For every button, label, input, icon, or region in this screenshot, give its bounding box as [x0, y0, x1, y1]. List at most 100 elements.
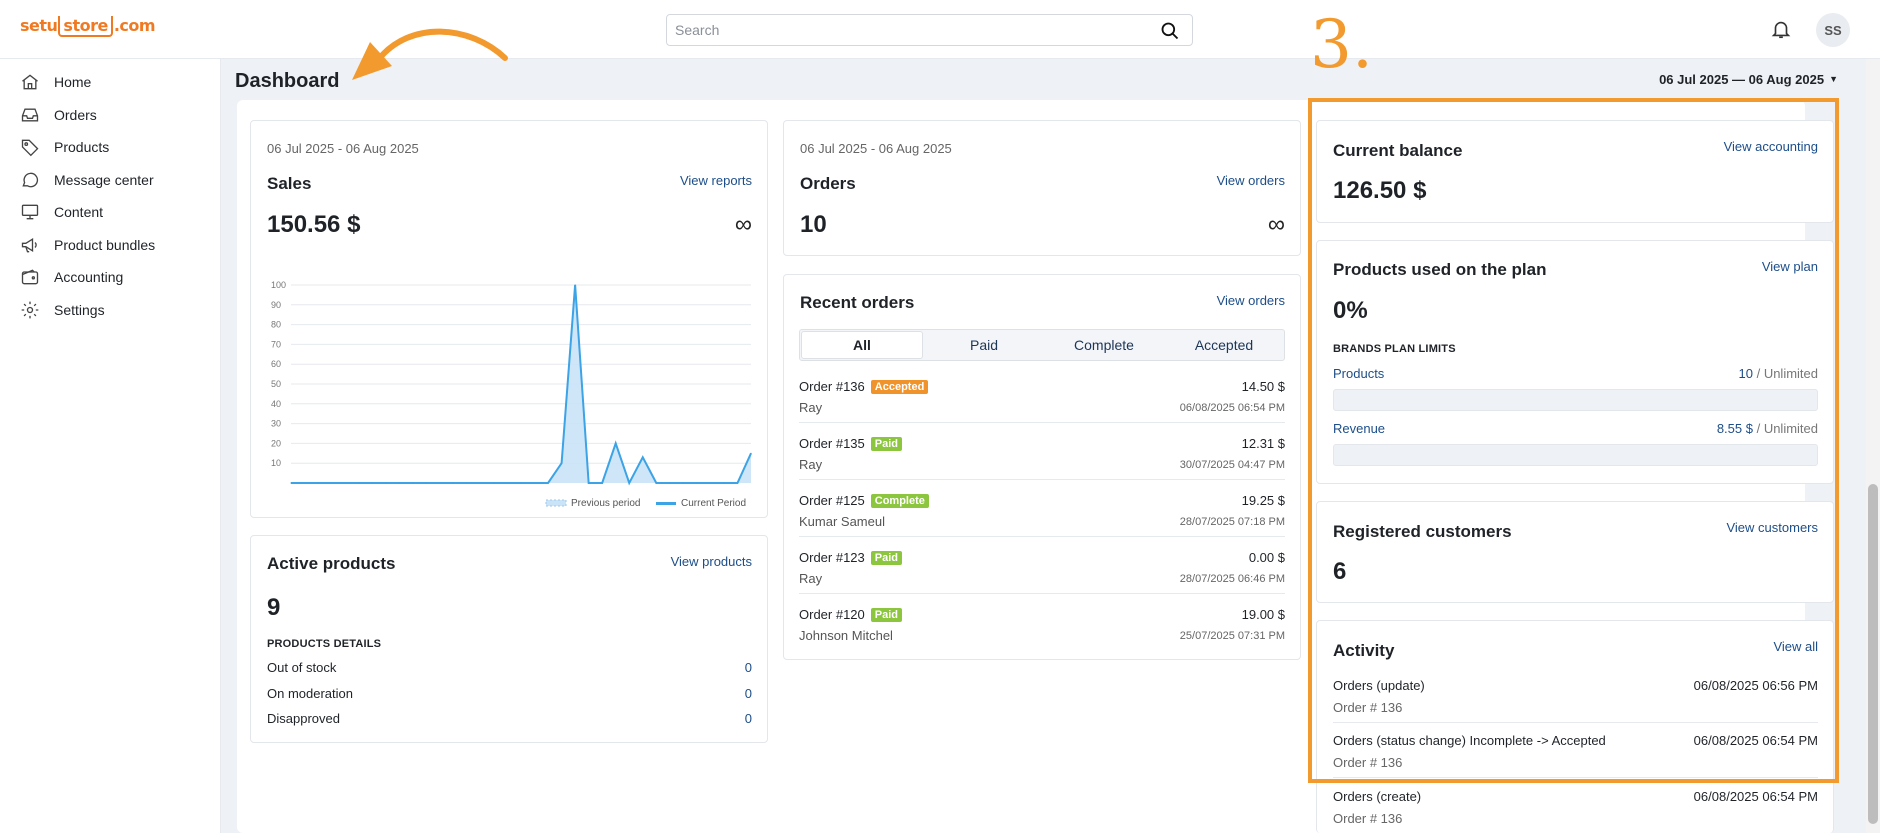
data-point [736, 482, 739, 484]
data-point [479, 482, 482, 484]
date-range-label: 06 Jul 2025 — 06 Aug 2025 [1659, 72, 1825, 87]
sidebar-item-settings[interactable]: Settings [20, 297, 105, 323]
order-price: 14.50 $ [1241, 379, 1285, 394]
view-orders-link[interactable]: View orders [1217, 173, 1285, 188]
sidebar-item-product-bundles[interactable]: Product bundles [20, 232, 155, 258]
user-avatar[interactable]: SS [1816, 13, 1850, 47]
order-name: Order #136 Accepted [799, 379, 929, 394]
data-point [520, 482, 522, 484]
page-scrollbar[interactable] [1866, 59, 1880, 833]
detail-label: On moderation [267, 686, 353, 701]
order-customer: Ray [799, 400, 823, 415]
status-badge: Paid [870, 437, 902, 451]
order-price: 19.25 $ [1241, 493, 1285, 508]
data-point [290, 482, 292, 484]
tag-icon [21, 139, 39, 157]
active-products-value: 9 [267, 594, 281, 621]
data-point [750, 452, 752, 454]
y-tick-label: 60 [271, 359, 281, 369]
sidebar-item-content[interactable]: Content [20, 199, 103, 225]
data-point [601, 482, 603, 484]
activity-item-title: Orders (create) [1333, 789, 1422, 804]
detail-value: 0 [744, 686, 752, 701]
data-point [696, 482, 698, 484]
annotation-highlight-box [1308, 98, 1839, 783]
detail-row-disapproved[interactable]: Disapproved 0 [267, 711, 752, 729]
sales-title: Sales [267, 174, 312, 193]
order-row[interactable]: Order #120 Paid 19.00 $ Johnson Mitchel 25/0… [799, 604, 1285, 651]
detail-value: 0 [744, 711, 752, 726]
view-reports-link[interactable]: View reports [680, 173, 752, 188]
detail-row-on-moderation[interactable]: On moderation 0 [267, 686, 752, 704]
order-name: Order #123 Paid [799, 550, 902, 565]
order-price: 12.31 $ [1241, 436, 1285, 451]
sidebar-item-label: Orders [54, 107, 97, 123]
tab-complete[interactable]: Complete [1044, 330, 1164, 360]
data-point [344, 482, 346, 484]
data-point [317, 482, 319, 484]
recent-orders-title: Recent orders [800, 293, 915, 312]
data-point [642, 456, 644, 458]
activity-item[interactable]: Orders (create) 06/08/2025 06:54 PM Orde… [1333, 789, 1818, 833]
orders-card: 06 Jul 2025 - 06 Aug 2025 Orders View or… [783, 120, 1301, 256]
sales-chart: 10 20 30 40 50 60 70 80 90 100 Previous period Curr… [271, 280, 752, 509]
order-customer: Ray [799, 571, 823, 586]
orders-value: 10 [800, 211, 827, 238]
legend-swatch-previous [545, 499, 567, 507]
sidebar-item-home[interactable]: Home [20, 69, 91, 95]
search-box [666, 14, 1193, 46]
annotation-arrow-icon [352, 28, 508, 80]
divider [799, 593, 1285, 594]
orders-title: Orders [800, 174, 856, 193]
sidebar-item-message-center[interactable]: Message center [20, 167, 154, 193]
bell-icon[interactable] [1770, 18, 1792, 40]
scrollbar-thumb[interactable] [1868, 484, 1878, 824]
active-products-card: Active products View products 9 PRODUCTS… [250, 535, 768, 743]
data-point [506, 482, 509, 484]
caret-down-icon: ▼ [1829, 74, 1838, 84]
inbox-icon [21, 108, 39, 122]
data-point [682, 482, 684, 484]
recent-orders-card: Recent orders View orders All Paid Compl… [783, 274, 1301, 660]
data-point [628, 482, 630, 484]
data-point [452, 482, 454, 484]
order-row[interactable]: Order #125 Complete 19.25 $ Kumar Sameul 28/… [799, 490, 1285, 537]
order-tabs: All Paid Complete Accepted [799, 329, 1285, 361]
brand-logo[interactable]: setu store .com [20, 16, 156, 46]
sales-value: 150.56 $ [267, 211, 361, 238]
y-tick-label: 10 [271, 458, 281, 468]
sidebar-item-products[interactable]: Products [20, 134, 109, 160]
search-input[interactable] [667, 15, 1137, 45]
data-point [371, 482, 373, 484]
tab-accepted[interactable]: Accepted [1164, 330, 1284, 360]
data-point [330, 482, 333, 484]
sidebar-item-label: Product bundles [54, 237, 156, 253]
tab-all[interactable]: All [801, 331, 923, 359]
data-point [547, 482, 549, 484]
order-row[interactable]: Order #123 Paid 0.00 $ Ray 28/07/2025 06:46 … [799, 547, 1285, 594]
tab-paid[interactable]: Paid [924, 330, 1044, 360]
data-point [588, 482, 590, 484]
megaphone-icon [21, 237, 37, 253]
y-tick-label: 40 [271, 399, 281, 409]
date-range-picker[interactable]: 06 Jul 2025 — 06 Aug 2025 ▼ [1659, 72, 1838, 87]
status-badge: Accepted [870, 380, 929, 394]
order-row[interactable]: Order #136 Accepted 14.50 $ Ray 06/08/2025 0… [799, 376, 1285, 423]
sidebar-item-accounting[interactable]: Accounting [20, 264, 123, 290]
order-customer: Ray [799, 457, 823, 472]
sidebar-item-orders[interactable]: Orders [20, 102, 97, 128]
order-number: Order #123 [799, 550, 865, 565]
wallet-icon [21, 269, 39, 285]
order-row[interactable]: Order #135 Paid 12.31 $ Ray 30/07/2025 04:47… [799, 433, 1285, 480]
products-details-label: PRODUCTS DETAILS [267, 638, 382, 650]
view-orders-link[interactable]: View orders [1217, 293, 1285, 308]
y-tick-label: 70 [271, 339, 281, 349]
data-point [493, 482, 495, 484]
detail-row-out-of-stock[interactable]: Out of stock 0 [267, 660, 752, 678]
search-icon[interactable] [1160, 21, 1180, 41]
data-point [466, 482, 468, 484]
top-bar: setustore.com SS [0, 0, 1880, 59]
order-number: Order #136 [799, 379, 865, 394]
data-point [412, 482, 414, 484]
view-products-link[interactable]: View products [671, 554, 752, 569]
